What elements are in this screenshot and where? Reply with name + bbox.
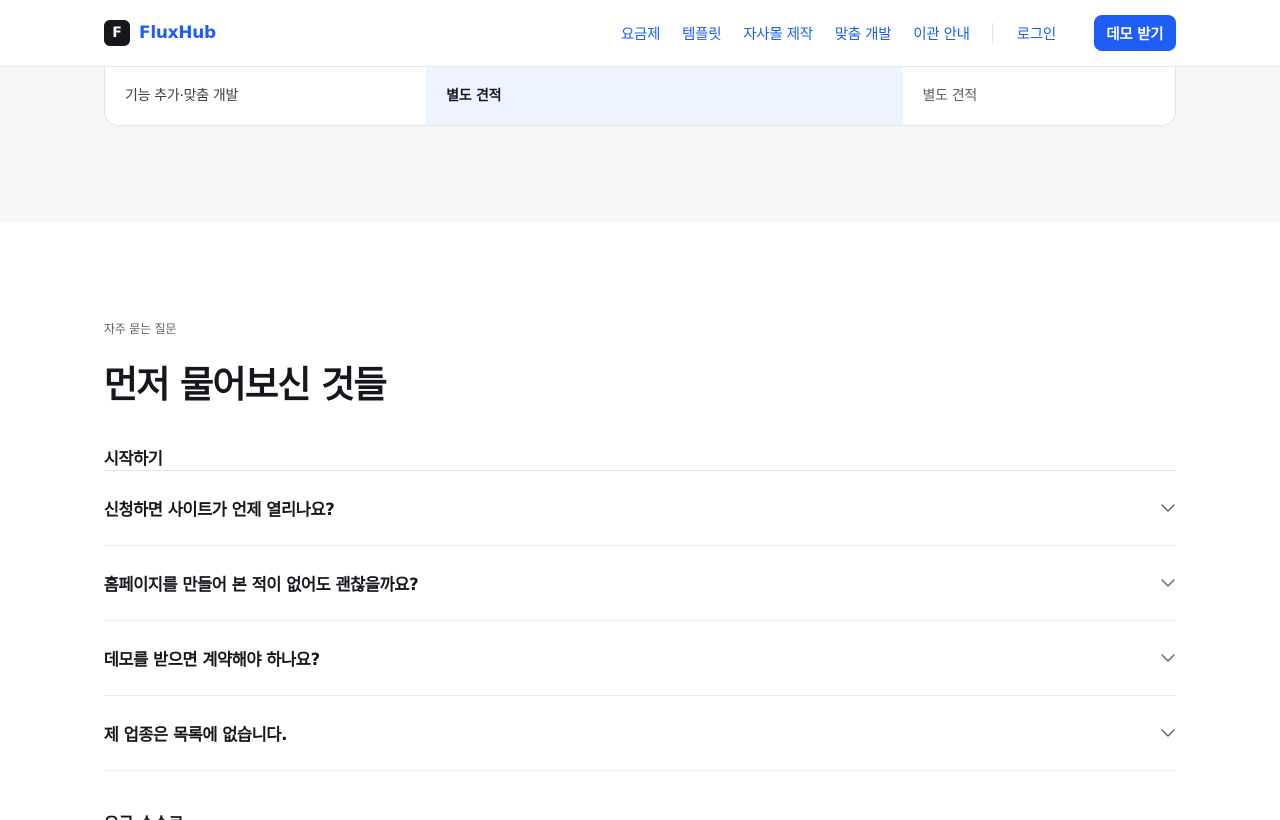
chevron-down-icon[interactable] bbox=[1161, 651, 1175, 665]
faq-item[interactable]: 데모를 받으면 계약해야 하나요? bbox=[104, 621, 1176, 696]
brand-mark-icon: F bbox=[104, 20, 130, 46]
faq-title: 먼저 물어보신 것들 bbox=[104, 363, 388, 406]
nav-link-templates[interactable]: 템플릿 bbox=[682, 23, 721, 44]
pricing-feature-cell: 기능 추가·맞춤 개발 bbox=[125, 88, 239, 104]
pricing-plan-highlight-cell: 별도 견적 bbox=[426, 65, 903, 125]
faq-group-getting-started: 시작하기 신청하면 사이트가 언제 열리나요? 홈페이지를 만들어 본 적이 없… bbox=[104, 446, 1176, 771]
nav-link-custom-dev[interactable]: 맞춤 개발 bbox=[835, 23, 892, 44]
pricing-table-row: 기능 추가·맞춤 개발 별도 견적 별도 견적 bbox=[104, 65, 1176, 126]
chevron-down-icon[interactable] bbox=[1161, 726, 1175, 740]
demo-button[interactable]: 데모 받기 bbox=[1094, 15, 1176, 51]
nav-divider bbox=[991, 23, 993, 43]
chevron-down-icon[interactable] bbox=[1161, 501, 1175, 515]
brand-logo[interactable]: F FluxHub bbox=[104, 20, 216, 46]
pricing-section: 기능 추가·맞춤 개발 별도 견적 별도 견적 bbox=[0, 65, 1280, 222]
faq-eyebrow: 자주 묻는 질문 bbox=[104, 322, 177, 336]
faq-question: 홈페이지를 만들어 본 적이 없어도 괜찮을까요? bbox=[104, 575, 419, 594]
nav-link-migration[interactable]: 이관 안내 bbox=[913, 23, 970, 44]
faq-group-title: 시작하기 bbox=[104, 446, 1176, 471]
faq-question: 제 업종은 목록에 없습니다. bbox=[104, 725, 287, 744]
faq-question: 신청하면 사이트가 언제 열리나요? bbox=[104, 500, 335, 519]
nav-link-own-mall[interactable]: 자사몰 제작 bbox=[743, 23, 813, 44]
brand-name: FluxHub bbox=[139, 23, 216, 43]
login-link[interactable]: 로그인 bbox=[1017, 23, 1056, 44]
faq-group-title-pricing: 요금·수수료 bbox=[104, 810, 184, 820]
top-nav: F FluxHub 요금제 템플릿 자사몰 제작 맞춤 개발 이관 안내 로그인… bbox=[0, 0, 1280, 67]
nav-links: 요금제 템플릿 자사몰 제작 맞춤 개발 이관 안내 로그인 bbox=[610, 15, 1067, 51]
chevron-down-icon[interactable] bbox=[1161, 576, 1175, 590]
faq-question: 데모를 받으면 계약해야 하나요? bbox=[104, 650, 320, 669]
nav-link-pricing[interactable]: 요금제 bbox=[621, 23, 660, 44]
faq-item[interactable]: 홈페이지를 만들어 본 적이 없어도 괜찮을까요? bbox=[104, 546, 1176, 621]
faq-item[interactable]: 제 업종은 목록에 없습니다. bbox=[104, 696, 1176, 771]
faq-item[interactable]: 신청하면 사이트가 언제 열리나요? bbox=[104, 471, 1176, 546]
pricing-plan-cell: 별도 견적 bbox=[922, 88, 978, 104]
